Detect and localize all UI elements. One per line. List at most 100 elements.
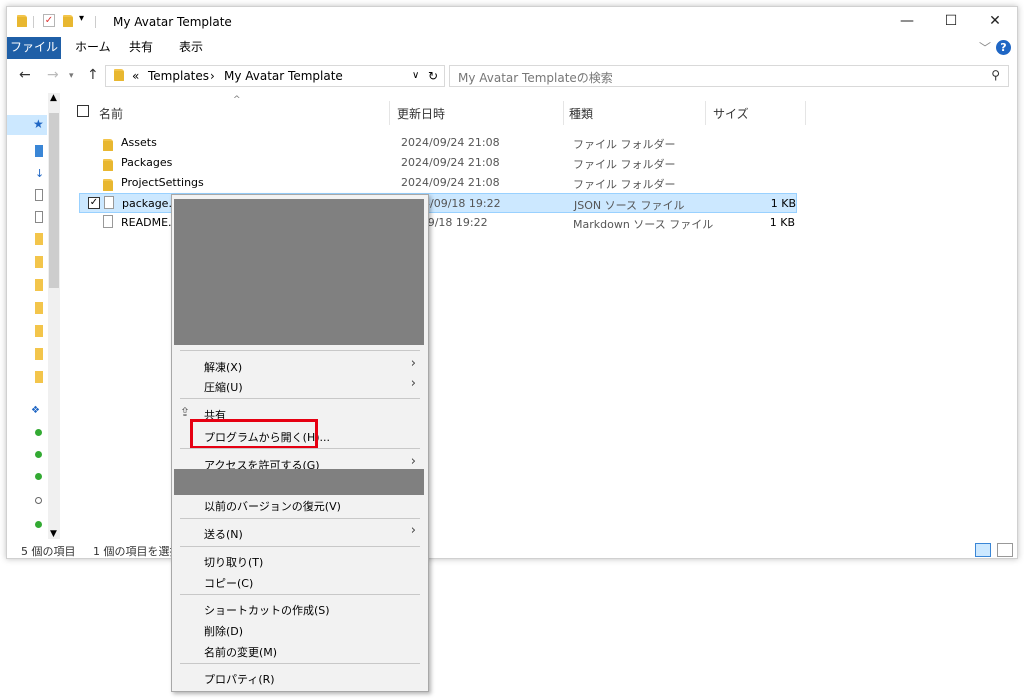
column-divider[interactable]	[563, 101, 564, 125]
folder-icon	[114, 69, 124, 84]
redacted-area	[174, 469, 424, 495]
file-row[interactable]: Packages 2024/09/24 21:08 ファイル フォルダー	[79, 153, 797, 173]
submenu-arrow-icon: ›	[410, 523, 416, 538]
address-dropdown-icon[interactable]: ∨	[412, 70, 419, 81]
title-bar: ✓ ▾ My Avatar Template — ☐ ✕	[7, 7, 1017, 37]
search-icon[interactable]: ⚲	[991, 68, 1000, 82]
close-button[interactable]: ✕	[973, 7, 1017, 37]
nav-quick-access[interactable]: ★	[7, 115, 47, 135]
menu-properties[interactable]: プロパティ(R)	[204, 671, 275, 687]
synced-folder-icon[interactable]	[35, 451, 42, 458]
menu-rename[interactable]: 名前の変更(M)	[204, 644, 277, 660]
file-size: 1 KB	[770, 197, 796, 210]
desktop-icon[interactable]	[35, 145, 43, 157]
new-folder-icon[interactable]	[63, 15, 73, 29]
menu-separator	[180, 518, 420, 519]
synced-folder-icon[interactable]	[35, 473, 42, 480]
recent-locations-icon[interactable]: ▾	[69, 71, 74, 81]
column-divider[interactable]	[805, 101, 806, 125]
tab-home[interactable]: ホーム	[65, 37, 121, 59]
file-modified: 2024/09/24 21:08	[401, 176, 500, 189]
large-icons-view-icon[interactable]	[997, 543, 1013, 557]
tab-file[interactable]: ファイル	[7, 37, 61, 59]
details-view-icon[interactable]	[975, 543, 991, 557]
tab-share[interactable]: 共有	[119, 37, 163, 59]
column-modified[interactable]: 更新日時	[397, 105, 445, 122]
menu-cut[interactable]: 切り取り(T)	[204, 554, 263, 570]
file-name: ProjectSettings	[121, 176, 204, 189]
scroll-down-icon[interactable]: ▼	[50, 529, 57, 539]
highlight-box	[190, 419, 318, 449]
folder-icon[interactable]	[35, 279, 43, 291]
divider	[95, 16, 96, 28]
column-divider[interactable]	[705, 101, 706, 125]
navigation-pane: ★ ↓ ❖ ▲ ▼	[7, 93, 61, 539]
address-bar[interactable]: « Templates › My Avatar Template ∨ ↻	[105, 65, 445, 87]
select-all-checkbox[interactable]	[77, 105, 89, 117]
breadcrumb-separator: ›	[210, 69, 215, 83]
back-arrow-icon[interactable]: ←	[19, 67, 31, 83]
menu-send-to[interactable]: 送る(N)	[204, 526, 243, 542]
file-name: Assets	[121, 136, 157, 149]
file-size: 1 KB	[769, 216, 795, 229]
file-type: ファイル フォルダー	[573, 138, 676, 151]
column-size[interactable]: サイズ	[713, 105, 749, 122]
folder-icon[interactable]	[35, 371, 43, 383]
breadcrumb-overflow[interactable]: «	[132, 69, 139, 83]
redacted-area	[174, 199, 424, 345]
network-icon[interactable]	[35, 497, 42, 504]
minimize-button[interactable]: —	[885, 7, 929, 37]
file-type: Markdown ソース ファイル	[573, 218, 714, 231]
up-arrow-icon[interactable]: ↑	[87, 67, 99, 83]
file-row[interactable]: Assets 2024/09/24 21:08 ファイル フォルダー	[79, 133, 797, 153]
forward-arrow-icon[interactable]: →	[47, 67, 59, 83]
dropbox-icon[interactable]: ❖	[31, 405, 40, 417]
menu-delete[interactable]: 削除(D)	[204, 623, 243, 639]
file-row[interactable]: ProjectSettings 2024/09/24 21:08 ファイル フォ…	[79, 173, 797, 193]
pictures-icon[interactable]	[35, 211, 43, 223]
download-icon[interactable]: ↓	[35, 167, 44, 180]
window-title: My Avatar Template	[113, 15, 232, 29]
selection-count: 1 個の項目を選択	[93, 545, 181, 558]
status-bar: 5 個の項目 1 個の項目を選択	[7, 539, 1017, 558]
menu-copy[interactable]: コピー(C)	[204, 575, 253, 591]
synced-folder-icon[interactable]	[35, 429, 42, 436]
folder-icon[interactable]	[35, 256, 43, 268]
row-checkbox[interactable]: ✓	[88, 197, 100, 209]
item-count: 5 個の項目	[21, 545, 76, 558]
menu-extract[interactable]: 解凍(X)	[204, 359, 242, 375]
maximize-button[interactable]: ☐	[929, 7, 973, 37]
refresh-icon[interactable]: ↻	[428, 69, 438, 83]
folder-icon[interactable]	[35, 348, 43, 360]
menu-separator	[180, 546, 420, 547]
menu-compress[interactable]: 圧縮(U)	[204, 379, 243, 395]
customize-quick-access-icon[interactable]: ▾	[79, 13, 84, 27]
folder-icon[interactable]	[35, 302, 43, 314]
file-modified: 2024/09/24 21:08	[401, 156, 500, 169]
breadcrumb-templates[interactable]: Templates	[148, 69, 209, 83]
properties-icon[interactable]: ✓	[43, 14, 55, 27]
nav-scrollbar[interactable]: ▲ ▼	[48, 93, 60, 539]
synced-folder-icon[interactable]	[35, 521, 42, 528]
menu-separator	[180, 594, 420, 595]
expand-ribbon-icon[interactable]: ﹀	[979, 39, 991, 56]
column-name[interactable]: 名前	[99, 105, 123, 122]
folder-icon[interactable]	[35, 325, 43, 337]
search-box[interactable]: My Avatar Templateの検索 ⚲	[449, 65, 1009, 87]
documents-icon[interactable]	[35, 189, 43, 201]
tab-view[interactable]: 表示	[169, 37, 213, 59]
nav-scroll-thumb[interactable]	[49, 113, 59, 288]
menu-create-shortcut[interactable]: ショートカットの作成(S)	[204, 602, 330, 618]
folder-icon[interactable]	[35, 233, 43, 245]
submenu-arrow-icon: ›	[410, 454, 416, 469]
column-type[interactable]: 種類	[569, 105, 593, 122]
scroll-up-icon[interactable]: ▲	[50, 93, 57, 103]
file-type: ファイル フォルダー	[573, 178, 676, 191]
address-row: ← → ▾ ↑ « Templates › My Avatar Template…	[7, 63, 1017, 89]
help-icon[interactable]: ?	[996, 40, 1011, 55]
menu-restore-previous[interactable]: 以前のバージョンの復元(V)	[204, 498, 341, 514]
breadcrumb-current[interactable]: My Avatar Template	[224, 69, 343, 83]
menu-separator	[180, 448, 420, 449]
column-divider[interactable]	[389, 101, 390, 125]
ribbon-tabs: ファイル ホーム 共有 表示 ﹀ ?	[7, 37, 1017, 59]
